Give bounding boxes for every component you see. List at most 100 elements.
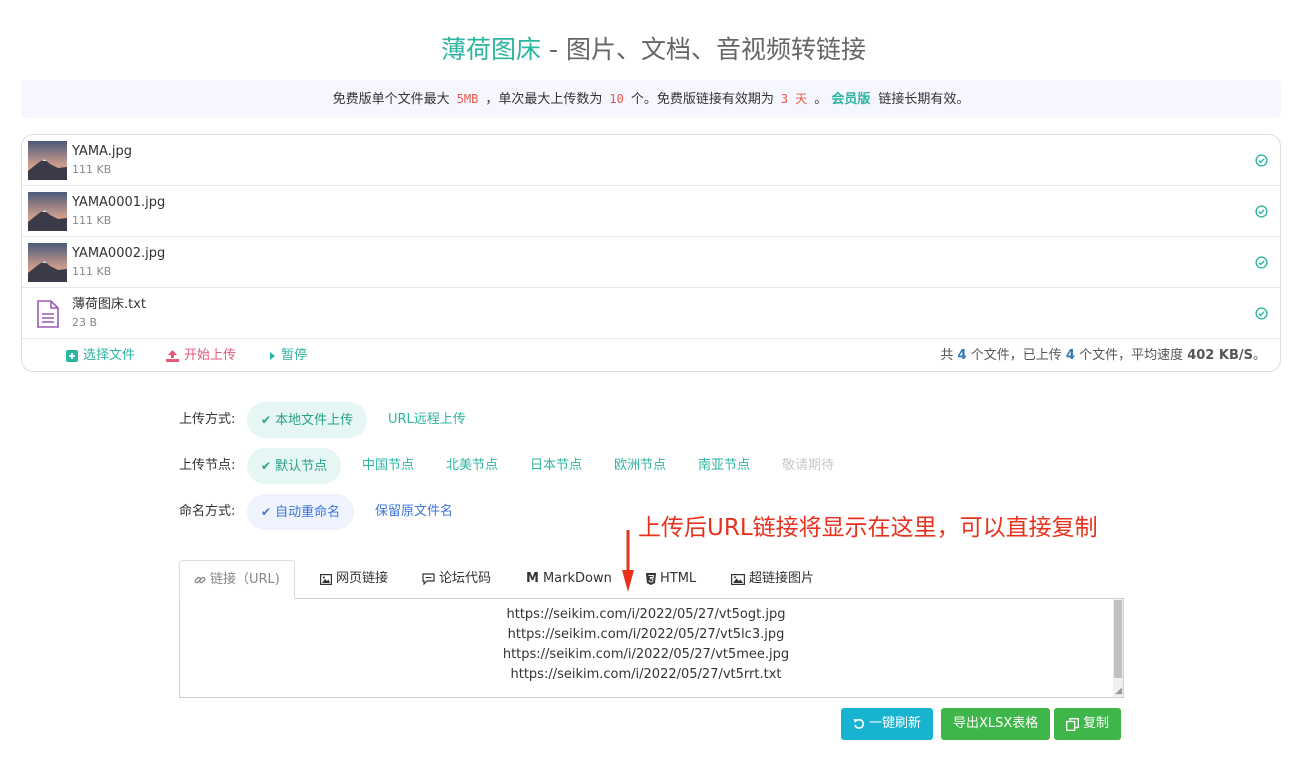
check-circle-icon [1255,154,1268,167]
brand-name: 薄荷图床 [441,35,542,64]
stats-speed: 402 KB/S [1187,348,1253,363]
file-actions-bar: 选择文件 开始上传 暂停 共 4 个文件，已上传 4 个文件，平均速度 402 … [22,339,1280,371]
link-line: https://seikim.com/i/2022/05/27/vt5mee.j… [502,647,790,662]
tab-markdown-label: MarkDown [542,571,612,586]
tab-forum-label: 论坛代码 [439,571,492,586]
link-line: https://seikim.com/i/2022/05/27/vt5rrt.t… [510,667,782,682]
node-default-label: 默认节点 [275,459,328,474]
markdown-icon: M [526,571,539,586]
notice-text-2: ，单次最大上传数为 [485,92,603,107]
node-europe[interactable]: 欧洲节点 [614,448,666,484]
stats-total: 4 [957,348,967,363]
file-size: 111 KB [72,265,112,278]
upload-stats: 共 4 个文件，已上传 4 个文件，平均速度 402 KB/S。 [940,348,1266,364]
tab-forum-code[interactable]: 论坛代码 [422,560,491,598]
image-thumbnail [28,141,67,180]
notice-text-5: 链接长期有效。 [878,92,970,107]
naming-keep-original[interactable]: 保留原文件名 [375,494,453,530]
links-output-textarea[interactable]: https://seikim.com/i/2022/05/27/vt5ogt.j… [179,598,1124,698]
page-title: 薄荷图床 - 图片、文档、音视频转链接 [0,32,1307,68]
refresh-button[interactable]: 一键刷新 [841,708,934,740]
node-north-america[interactable]: 北美节点 [446,448,498,484]
notice-days: 3 天 [780,92,808,106]
check-icon: ✔ [261,505,272,519]
picture-icon [731,573,745,585]
link-line: https://seikim.com/i/2022/05/27/vt5lc3.j… [507,627,785,642]
file-name: YAMA0001.jpg [72,195,166,210]
file-name: 薄荷图床.txt [72,297,147,312]
pause-label: 暂停 [281,348,308,363]
tab-html[interactable]: HTML [646,560,696,598]
node-china[interactable]: 中国节点 [362,448,414,484]
resize-handle-icon[interactable]: ◢ [1115,687,1122,696]
file-size: 111 KB [72,214,112,227]
upload-method-label: 上传方式: [179,412,236,427]
html5-icon [646,573,656,585]
naming-auto-rename[interactable]: ✔ 自动重命名 [247,494,355,530]
caret-right-icon [270,352,275,360]
notice-text-3: 个。免费版链接有效期为 [630,92,774,107]
node-south-asia[interactable]: 南亚节点 [698,448,750,484]
tab-markdown[interactable]: M MarkDown [526,560,612,598]
undo-icon [853,718,865,729]
image-thumbnail [28,192,67,231]
image-thumbnail [28,243,67,282]
notice-text-4: 。 [814,92,828,107]
file-row: 薄荷图床.txt 23 B [22,288,1280,339]
copy-button[interactable]: 复制 [1054,708,1122,740]
tab-url[interactable]: 链接（URL) [179,560,295,599]
tab-url-label: 链接（URL) [210,571,280,587]
link-line: https://seikim.com/i/2022/05/27/vt5ogt.j… [506,607,786,622]
tab-hyperlink-label: 超链接图片 [749,571,815,586]
stats-text-4: 。 [1252,348,1266,363]
refresh-label: 一键刷新 [869,716,922,731]
stats-uploaded: 4 [1065,348,1075,363]
stats-text-3: 个文件，平均速度 [1079,348,1184,363]
scrollbar-thumb[interactable] [1114,600,1122,678]
tab-webpage-label: 网页链接 [336,571,389,586]
tab-html-label: HTML [660,571,697,586]
pause-button[interactable]: 暂停 [268,348,307,364]
method-url-upload[interactable]: URL远程上传 [388,402,466,438]
file-size: 23 B [72,316,98,329]
upload-node-label: 上传节点: [179,458,236,473]
select-files-button[interactable]: 选择文件 [66,348,135,364]
image-icon [320,573,332,585]
link-format-tabs: 链接（URL) 网页链接 论坛代码 M MarkDown HTML 超链接图片 [179,560,1124,599]
link-icon [194,576,206,583]
file-list: YAMA.jpg 111 KB YAMA0001.jpg 111 KB YAMA… [21,134,1281,372]
upload-icon [166,350,179,362]
tab-hyperlink-image[interactable]: 超链接图片 [731,560,814,598]
check-circle-icon [1255,205,1268,218]
naming-auto-label: 自动重命名 [275,505,341,520]
stats-text-1: 共 [940,348,954,363]
scrollbar[interactable] [1113,599,1123,697]
node-japan[interactable]: 日本节点 [530,448,582,484]
file-size: 111 KB [72,163,112,176]
title-subtitle: - 图片、文档、音视频转链接 [541,35,866,64]
method-local-label: 本地文件上传 [275,413,354,428]
tab-webpage-link[interactable]: 网页链接 [320,560,388,598]
notice-bar: 免费版单个文件最大 5MB ，单次最大上传数为 10 个。免费版链接有效期为 3 天。会员… [21,80,1281,118]
notice-max-size: 5MB [456,92,479,106]
text-file-icon [37,300,59,328]
check-icon: ✔ [261,413,272,427]
check-circle-icon [1255,307,1268,320]
plus-square-icon [66,350,78,362]
file-row: YAMA0001.jpg 111 KB [22,186,1280,237]
export-xlsx-button[interactable]: 导出XLSX表格 [941,708,1051,740]
method-local-upload[interactable]: ✔ 本地文件上传 [247,402,368,438]
export-xlsx-label: 导出XLSX表格 [953,716,1039,731]
copy-label: 复制 [1083,716,1110,731]
select-files-label: 选择文件 [83,348,136,363]
file-name: YAMA0002.jpg [72,246,166,261]
file-name: YAMA.jpg [72,144,132,159]
annotation-text: 上传后URL链接将显示在这里，可以直接复制 [638,515,1098,541]
start-upload-label: 开始上传 [184,348,237,363]
naming-label: 命名方式: [179,504,236,519]
file-row: YAMA.jpg 111 KB [22,135,1280,186]
comment-icon [422,573,435,585]
member-link[interactable]: 会员版 [831,92,870,107]
start-upload-button[interactable]: 开始上传 [166,348,236,364]
node-default[interactable]: ✔ 默认节点 [247,448,342,484]
